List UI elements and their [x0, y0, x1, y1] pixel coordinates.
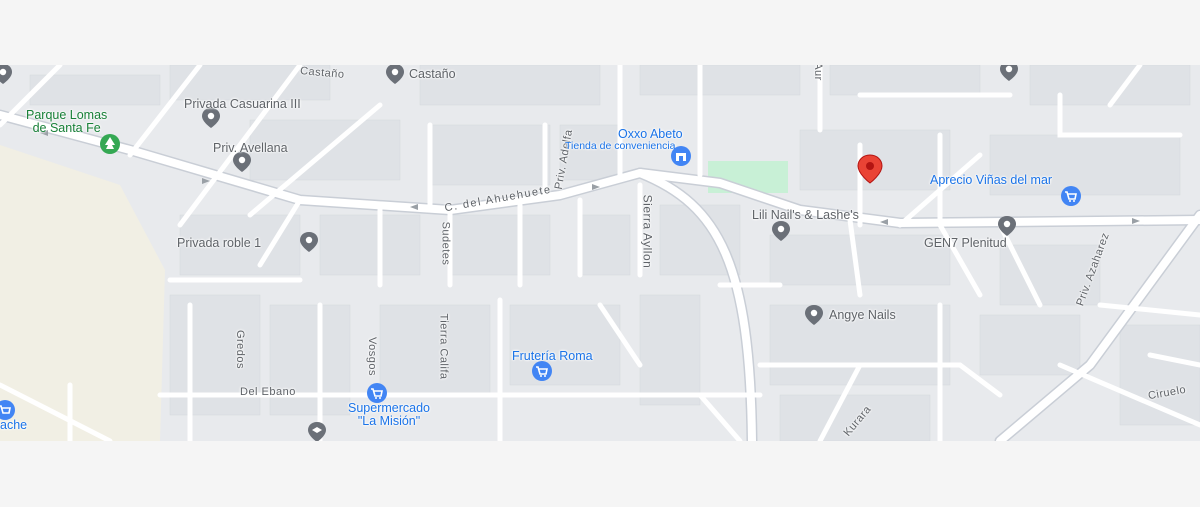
- place-label-privada-roble[interactable]: Privada roble 1: [177, 237, 261, 250]
- shopping-cart-icon[interactable]: [1060, 185, 1082, 207]
- map-pin-icon[interactable]: [0, 65, 14, 85]
- place-label-lili-nails[interactable]: Lili Nail's & Lashe's: [752, 209, 859, 222]
- place-label-gen7-plenitud[interactable]: GEN7 Plenitud: [924, 237, 1007, 250]
- street-label-del-ebano: Del Ebano: [240, 386, 296, 398]
- place-subtitle-oxxo: Tienda de conveniencia: [565, 140, 676, 152]
- place-label-castano[interactable]: Castaño: [409, 68, 456, 81]
- place-label-privada-casuarina[interactable]: Privada Casuarina III: [184, 98, 301, 111]
- map-pin-icon[interactable]: [803, 304, 825, 326]
- map-pin-icon[interactable]: [996, 215, 1018, 237]
- place-label-aprecio[interactable]: Aprecio Viñas del mar: [930, 174, 1052, 187]
- map-pin-icon[interactable]: [770, 220, 792, 242]
- map-pin-icon[interactable]: [384, 65, 406, 85]
- place-label-parque-lomas[interactable]: Parque Lomas de Santa Fe: [26, 109, 107, 135]
- place-label-angye-nails[interactable]: Angye Nails: [829, 309, 896, 322]
- school-icon[interactable]: [306, 421, 328, 441]
- place-label-priv-avellana[interactable]: Priv. Avellana: [213, 142, 288, 155]
- street-label-aur: Aur: [811, 65, 824, 81]
- street-label-sudetes: Sudetes: [439, 221, 452, 266]
- street-label-tierra-califa: Tierra Califa: [437, 313, 450, 380]
- map-pin-icon[interactable]: [298, 231, 320, 253]
- map-canvas: [0, 65, 1200, 441]
- map-view[interactable]: C. del Ahuehuete Sierra Ayllon Sudetes P…: [0, 65, 1200, 441]
- selected-location-pin-icon[interactable]: [854, 153, 886, 185]
- store-icon[interactable]: [670, 145, 692, 167]
- street-label-gredos: Gredos: [234, 329, 247, 370]
- place-label-supermercado-mision[interactable]: Supermercado "La Misión": [348, 402, 430, 428]
- place-label-ache[interactable]: ache: [0, 419, 27, 432]
- shopping-cart-icon[interactable]: [531, 360, 553, 382]
- street-label-vosgos: Vosgos: [366, 336, 379, 377]
- park-tree-icon[interactable]: [99, 133, 121, 155]
- map-pin-icon[interactable]: [998, 65, 1020, 82]
- street-label-sierra-ayllon: Sierra Ayllon: [640, 194, 655, 269]
